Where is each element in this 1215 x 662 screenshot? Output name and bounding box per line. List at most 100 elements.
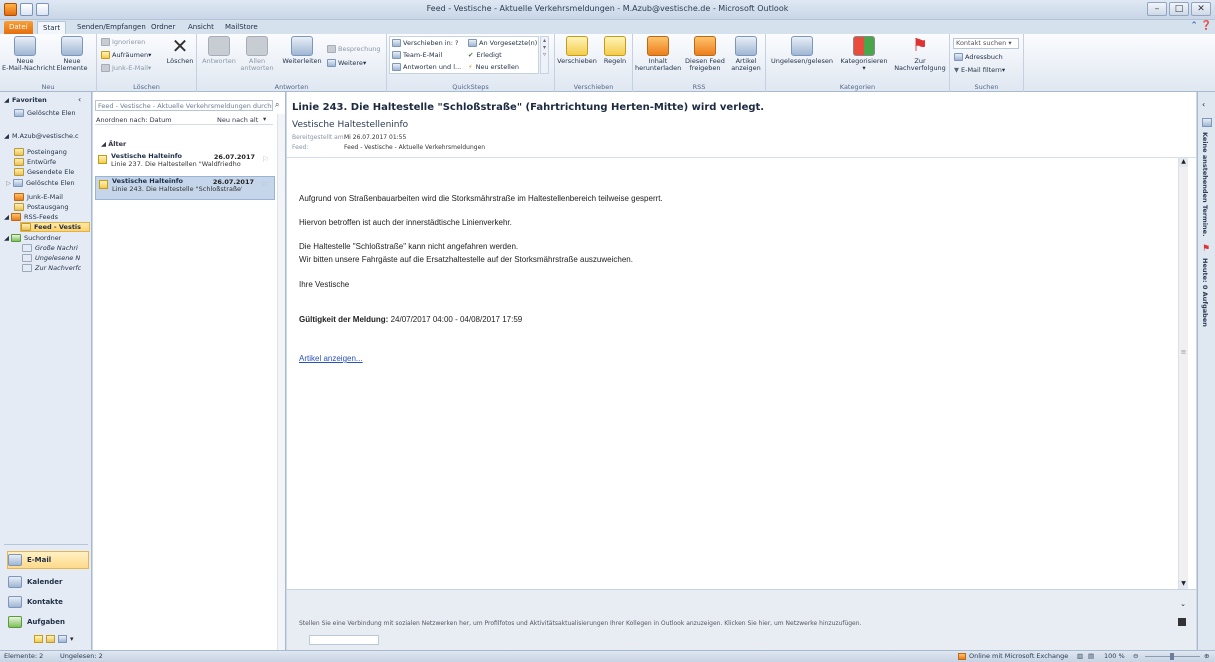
tab-ansicht[interactable]: Ansicht xyxy=(183,21,219,34)
folder-postausgang[interactable]: Postausgang xyxy=(14,202,68,212)
share-feed-button[interactable]: Diesen Feed freigeben xyxy=(683,36,727,72)
nav-mail-button[interactable]: E-Mail xyxy=(7,551,89,569)
qs-move-to[interactable]: Verschieben in: ? xyxy=(392,38,458,48)
maximize-button[interactable]: □ xyxy=(1169,2,1189,16)
qs-create-new[interactable]: ⚡ Neu erstellen xyxy=(468,62,519,72)
fav-deleted-items[interactable]: Gelöschte Elen xyxy=(14,108,76,118)
new-items-button[interactable]: Neue Elemente xyxy=(50,36,94,72)
move-button[interactable]: Verschieben xyxy=(557,36,597,65)
tab-senden-empfangen[interactable]: Senden/Empfangen xyxy=(72,21,151,34)
folder-grosse-nachrichten[interactable]: Große Nachri xyxy=(22,243,78,253)
list-item[interactable]: Vestische Halteinfo 26.07.2017 Linie 237… xyxy=(95,152,275,176)
address-book-button[interactable]: Adressbuch xyxy=(954,52,1003,62)
sort-by[interactable]: Anordnen nach: Datum xyxy=(96,116,172,124)
unread-read-button[interactable]: Ungelesen/gelesen xyxy=(768,36,836,65)
reading-scrollbar[interactable]: ▲ ≡ ▼ xyxy=(1178,158,1188,589)
message-sender[interactable]: Vestische Haltestelleninfo xyxy=(292,120,408,130)
junk-button[interactable]: Junk-E-Mail ▾ xyxy=(101,63,151,73)
social-text[interactable]: Stellen Sie eine Verbindung mit sozialen… xyxy=(299,620,861,627)
list-item[interactable]: Vestische Halteinfo 26.07.2017 Linie 243… xyxy=(95,176,275,200)
download-content-button[interactable]: Inhalt herunterladen xyxy=(635,36,681,72)
folder-feed-vestische[interactable]: Feed - Vestis xyxy=(20,222,90,232)
account-header[interactable]: ◢ M.Azub@vestische.c xyxy=(4,131,79,141)
new-email-button[interactable]: Neue E-Mail-Nachricht xyxy=(2,36,55,72)
sort-dropdown-icon[interactable]: ▾ xyxy=(263,115,266,123)
navigation-pane: ◢ Favoriten ‹ Gelöschte Elen ◢ M.Azub@vest… xyxy=(0,92,92,650)
view-article-button[interactable]: Artikel anzeigen xyxy=(729,36,763,72)
delete-button[interactable]: ✕ Löschen xyxy=(165,36,195,65)
configure-buttons-icon[interactable]: ▾ xyxy=(70,635,74,643)
social-photo-box xyxy=(309,635,379,645)
favorites-header[interactable]: ◢ Favoriten xyxy=(4,95,47,105)
ignore-button[interactable]: Ignorieren xyxy=(101,37,145,47)
flag-icon[interactable]: ⚐ xyxy=(262,155,269,164)
shortcuts-icon[interactable] xyxy=(58,635,67,643)
forward-button[interactable]: Weiterleiten xyxy=(279,36,325,65)
folder-junk[interactable]: Junk-E-Mail xyxy=(14,192,63,202)
folder-posteingang[interactable]: Posteingang xyxy=(14,147,67,157)
view-reading-icon[interactable]: ▤ xyxy=(1088,651,1094,662)
nav-tasks-button[interactable]: Aufgaben xyxy=(8,613,88,631)
reply-all-button[interactable]: Allen antworten xyxy=(239,36,275,72)
tab-mailstore[interactable]: MailStore xyxy=(220,21,263,34)
search-icon[interactable]: ⌕ xyxy=(275,100,279,110)
find-contact-input[interactable]: Kontakt suchen ▾ xyxy=(953,38,1019,49)
notes-icon[interactable] xyxy=(34,635,43,643)
followup-button[interactable]: ⚑ Zur Nachverfolgung xyxy=(892,36,948,72)
tab-start[interactable]: Start xyxy=(37,21,67,34)
qs-reply-delete[interactable]: Antworten und l... xyxy=(392,62,461,72)
items-count: Elemente: 2 xyxy=(4,652,44,660)
connection-status[interactable]: Online mit Microsoft Exchange xyxy=(969,651,1068,662)
folder-list-icon[interactable] xyxy=(46,635,55,643)
sort-order[interactable]: Neu nach alt xyxy=(217,116,258,124)
reply-button[interactable]: Antworten xyxy=(201,36,237,65)
group-header[interactable]: ◢ Älter xyxy=(101,140,126,148)
more-button[interactable]: Weitere ▾ xyxy=(327,58,366,68)
list-scrollbar[interactable] xyxy=(277,114,285,650)
scroll-down-icon[interactable]: ▼ xyxy=(1179,580,1188,589)
nav-contacts-button[interactable]: Kontakte xyxy=(8,593,88,611)
minimize-button[interactable]: – xyxy=(1147,2,1167,16)
qs-team-email[interactable]: Team-E-Mail xyxy=(392,50,442,60)
view-article-link[interactable]: Artikel anzeigen... xyxy=(299,354,363,363)
minimize-pane-icon[interactable]: ‹ xyxy=(78,94,81,104)
search-input[interactable]: Feed - Vestische - Aktuelle Verkehrsmeld… xyxy=(95,100,273,111)
zoom-thumb[interactable] xyxy=(1170,653,1174,660)
calendar-icon[interactable] xyxy=(1202,118,1212,127)
rules-button[interactable]: Regeln xyxy=(599,36,631,65)
folder-suchordner[interactable]: ◢ Suchordner xyxy=(4,233,61,243)
expand-todo-icon[interactable]: ‹ xyxy=(1202,100,1205,109)
folder-ungelesene[interactable]: Ungelesene N xyxy=(22,253,80,263)
nav-calendar-button[interactable]: Kalender xyxy=(8,573,88,591)
zoom-level[interactable]: 100 % xyxy=(1104,651,1125,662)
folder-geloeschte[interactable]: ▷ Gelöschte Elen xyxy=(6,178,75,188)
folder-entwuerfe[interactable]: Entwürfe xyxy=(14,157,56,167)
scroll-up-icon[interactable]: ▲ xyxy=(1179,158,1188,167)
categorize-button[interactable]: Kategorisieren ▾ xyxy=(838,36,890,72)
close-button[interactable]: ✕ xyxy=(1191,2,1211,16)
qs-done[interactable]: ✔ Erledigt xyxy=(468,50,502,60)
todo-bar: ‹ Keine anstehenden Termine. ⚑ Heute: 0 … xyxy=(1197,92,1215,650)
quicksteps-scroll[interactable]: ▴ ▾ ▿ xyxy=(540,36,549,74)
deleted-folder-icon xyxy=(13,179,23,187)
meeting-button[interactable]: Besprechung xyxy=(327,44,381,54)
tab-ordner[interactable]: Ordner xyxy=(146,21,180,34)
folder-rss-feeds[interactable]: ◢ RSS-Feeds xyxy=(4,212,58,222)
qs-to-manager[interactable]: An Vorgesetzte(n) xyxy=(468,38,537,48)
view-normal-icon[interactable]: ▥ xyxy=(1077,651,1083,662)
flag-icon[interactable]: ⚐ xyxy=(261,180,268,189)
folder-gesendete[interactable]: Gesendete Ele xyxy=(14,167,74,177)
zoom-out-icon[interactable]: ⊖ xyxy=(1133,651,1138,662)
collapse-icon: ◢ xyxy=(4,213,9,221)
message-preview: Linie 237. Die Haltestellen "Waldfriedho… xyxy=(111,160,241,168)
group-verschieben: Verschieben Regeln Verschieben xyxy=(555,34,633,92)
tab-datei[interactable]: Datei xyxy=(4,21,33,34)
folder-zur-nachverfolgung[interactable]: Zur Nachverfc xyxy=(22,263,81,273)
help-icon[interactable]: ⌃ ❓ xyxy=(1190,21,1212,31)
expand-icon[interactable]: ⌄ xyxy=(1180,600,1186,608)
scroll-thumb[interactable]: ≡ xyxy=(1179,348,1188,356)
collapse-icon: ◢ xyxy=(4,132,9,140)
zoom-in-icon[interactable]: ⊕ xyxy=(1204,651,1209,662)
cleanup-button[interactable]: Aufräumen ▾ xyxy=(101,50,151,60)
filter-email-button[interactable]: ▼ E-Mail filtern ▾ xyxy=(954,65,1005,75)
